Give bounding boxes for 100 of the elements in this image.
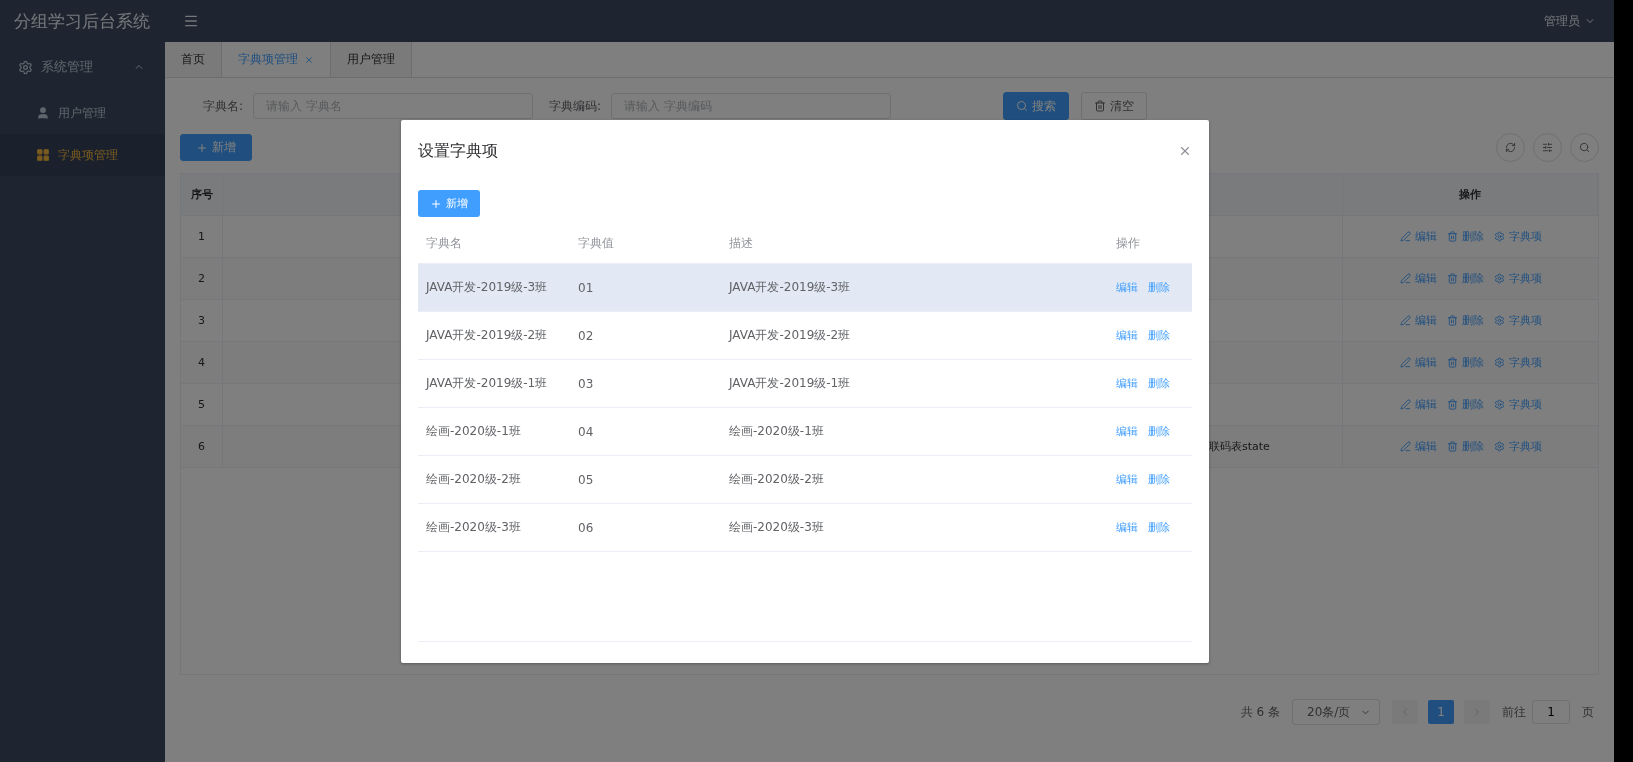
- gear-icon: [1493, 399, 1505, 410]
- search-button[interactable]: 搜索: [1003, 92, 1070, 120]
- pencil-icon: [1399, 441, 1411, 452]
- table-cell: 3: [181, 300, 223, 341]
- items-link[interactable]: 字典项: [1493, 397, 1542, 412]
- column-header: 操作: [1343, 174, 1598, 215]
- table-cell: 绘画-2020级-2班: [729, 471, 824, 488]
- page-suffix: 页: [1582, 703, 1594, 721]
- table-cell: 02: [578, 328, 594, 343]
- trash-icon: [1094, 100, 1107, 112]
- table-cell: JAVA开发-2019级-3班: [426, 279, 548, 296]
- add-button[interactable]: 新增: [418, 190, 480, 217]
- pencil-icon: [1399, 231, 1411, 242]
- trash-icon: [1446, 231, 1458, 242]
- trash-icon: [1446, 315, 1458, 326]
- delete-link[interactable]: 删除: [1148, 424, 1170, 439]
- menu-item[interactable]: 字典项管理: [0, 134, 165, 176]
- tab[interactable]: 首页: [165, 42, 222, 77]
- edit-link[interactable]: 编辑: [1399, 313, 1437, 328]
- edit-link[interactable]: 编辑: [1399, 397, 1437, 412]
- delete-link[interactable]: 删除: [1148, 280, 1170, 295]
- edit-link[interactable]: 编辑: [1399, 439, 1437, 454]
- table-cell: JAVA开发-2019级-2班: [729, 327, 851, 344]
- table-cell: 绘画-2020级-3班: [426, 519, 521, 536]
- gear-icon: [1493, 441, 1505, 452]
- items-link[interactable]: 字典项: [1493, 439, 1542, 454]
- menu-icon[interactable]: [183, 13, 199, 29]
- trash-icon: [1446, 273, 1458, 284]
- page-input[interactable]: 1: [1532, 700, 1570, 724]
- table-cell: 06: [578, 520, 594, 535]
- edit-link[interactable]: 编辑: [1116, 328, 1138, 343]
- delete-link[interactable]: 删除: [1446, 355, 1484, 370]
- app-title: 分组学习后台系统: [13, 9, 151, 33]
- delete-link[interactable]: 删除: [1148, 472, 1170, 487]
- items-link[interactable]: 字典项: [1493, 271, 1542, 286]
- table-cell: 绘画-2020级-1班: [729, 423, 824, 440]
- edit-link[interactable]: 编辑: [1116, 424, 1138, 439]
- table-cell: 03: [578, 376, 594, 391]
- table-cell: JAVA开发-2019级-3班: [729, 279, 851, 296]
- dialog-title: 设置字典项: [418, 140, 498, 162]
- delete-link[interactable]: 删除: [1446, 229, 1484, 244]
- table-cell: 2: [181, 258, 223, 299]
- delete-link[interactable]: 删除: [1446, 313, 1484, 328]
- edit-link[interactable]: 编辑: [1116, 280, 1138, 295]
- delete-link[interactable]: 删除: [1446, 271, 1484, 286]
- gear-icon: [1493, 273, 1505, 284]
- items-link[interactable]: 字典项: [1493, 355, 1542, 370]
- pencil-icon: [1399, 273, 1411, 284]
- trash-icon: [1446, 441, 1458, 452]
- gear-icon: [18, 59, 33, 75]
- gear-icon: [1493, 357, 1505, 368]
- delete-link[interactable]: 删除: [1148, 376, 1170, 391]
- table-cell: 04: [578, 424, 594, 439]
- tab[interactable]: 用户管理: [331, 42, 412, 77]
- edit-link[interactable]: 编辑: [1399, 355, 1437, 370]
- items-link[interactable]: 字典项: [1493, 313, 1542, 328]
- table-cell: 绘画-2020级-1班: [426, 423, 521, 440]
- delete-link[interactable]: 删除: [1148, 328, 1170, 343]
- table-cell: 01: [578, 280, 594, 295]
- column-header: 字典值: [578, 234, 614, 252]
- column-header: 操作: [1116, 234, 1140, 252]
- grid-icon: [36, 148, 50, 162]
- close-icon[interactable]: [1178, 144, 1192, 158]
- gear-icon: [1493, 315, 1505, 326]
- add-button[interactable]: 新增: [180, 134, 252, 161]
- page-size-select[interactable]: 20条/页: [1292, 699, 1380, 725]
- user-menu[interactable]: 管理员: [1544, 12, 1596, 30]
- pencil-icon: [1399, 357, 1411, 368]
- edit-link[interactable]: 编辑: [1116, 472, 1138, 487]
- edit-link[interactable]: 编辑: [1399, 271, 1437, 286]
- table-cell: JAVA开发-2019级-2班: [426, 327, 548, 344]
- total-count: 共 6 条: [1240, 703, 1280, 721]
- table-cell: 6: [181, 426, 223, 467]
- table-cell: 绘画-2020级-3班: [729, 519, 824, 536]
- page-button[interactable]: 1: [1428, 700, 1454, 724]
- edit-link[interactable]: 编辑: [1116, 520, 1138, 535]
- delete-link[interactable]: 删除: [1446, 397, 1484, 412]
- clear-button[interactable]: 清空: [1081, 92, 1148, 120]
- table-cell: 1: [181, 216, 223, 257]
- delete-link[interactable]: 删除: [1148, 520, 1170, 535]
- table-cell: 5: [181, 384, 223, 425]
- close-icon[interactable]: [304, 54, 314, 65]
- items-link[interactable]: 字典项: [1493, 229, 1542, 244]
- pencil-icon: [1399, 315, 1411, 326]
- trash-icon: [1446, 399, 1458, 410]
- column-header: 描述: [729, 234, 753, 252]
- table-cell: 绘画-2020级-2班: [426, 471, 521, 488]
- delete-link[interactable]: 删除: [1446, 439, 1484, 454]
- trash-icon: [1446, 357, 1458, 368]
- gear-icon: [1493, 231, 1505, 242]
- column-header: 字典名: [426, 234, 462, 252]
- edit-link[interactable]: 编辑: [1399, 229, 1437, 244]
- menu-group[interactable]: 系统管理: [0, 42, 165, 92]
- edit-link[interactable]: 编辑: [1116, 376, 1138, 391]
- table-cell: JAVA开发-2019级-1班: [426, 375, 548, 392]
- table-cell: 4: [181, 342, 223, 383]
- field-label: 字典编码:: [549, 97, 602, 115]
- search-icon: [1016, 100, 1029, 112]
- user-icon: [36, 106, 50, 120]
- field-label: 字典名:: [203, 97, 244, 115]
